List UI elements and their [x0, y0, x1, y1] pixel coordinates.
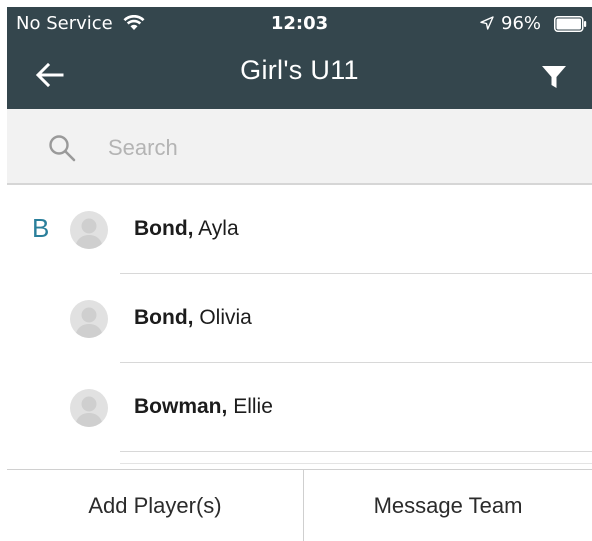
player-first-name: Ayla: [198, 217, 239, 240]
search-bar: Search: [7, 109, 592, 185]
section-index-letter: B: [32, 213, 50, 243]
avatar: [70, 389, 108, 427]
search-icon: [49, 135, 76, 162]
player-name: Bond, Ayla: [134, 217, 239, 241]
player-name: Bond, Olivia: [134, 306, 252, 330]
player-name: Bowman, Ellie: [134, 395, 273, 419]
player-last-name: Bond,: [134, 217, 194, 240]
person-icon: [75, 396, 103, 427]
add-players-button[interactable]: Add Player(s): [7, 470, 303, 541]
player-first-name: Olivia: [199, 306, 252, 329]
player-last-name: Bond,: [134, 306, 194, 329]
player-list: B Bond, Ayla Bond, Olivia Bowman, Ellie: [7, 185, 592, 468]
divider: [120, 463, 592, 464]
player-first-name: Ellie: [233, 395, 273, 418]
message-team-button[interactable]: Message Team: [304, 470, 592, 541]
battery-icon: [554, 16, 587, 32]
battery-percent: 96%: [501, 13, 542, 34]
list-item[interactable]: B Bond, Ayla: [7, 185, 592, 274]
filter-icon[interactable]: [541, 65, 567, 89]
app-screen: No Service 12:03 96% Girl's U11 Search B…: [7, 7, 592, 541]
avatar: [70, 300, 108, 338]
list-item[interactable]: Bowman, Ellie: [7, 363, 592, 452]
list-item[interactable]: Bond, Olivia: [7, 274, 592, 363]
status-bar: No Service 12:03 96%: [7, 7, 592, 41]
page-title: Girl's U11: [240, 55, 359, 85]
action-bar: Add Player(s) Message Team: [7, 469, 592, 541]
divider: [120, 451, 592, 452]
player-last-name: Bowman,: [134, 395, 228, 418]
person-icon: [75, 218, 103, 249]
header: No Service 12:03 96% Girl's U11: [7, 7, 592, 109]
search-input[interactable]: [107, 129, 567, 165]
person-icon: [75, 307, 103, 338]
avatar: [70, 211, 108, 249]
nav-bar: Girl's U11: [7, 41, 592, 109]
location-icon: [480, 16, 494, 30]
